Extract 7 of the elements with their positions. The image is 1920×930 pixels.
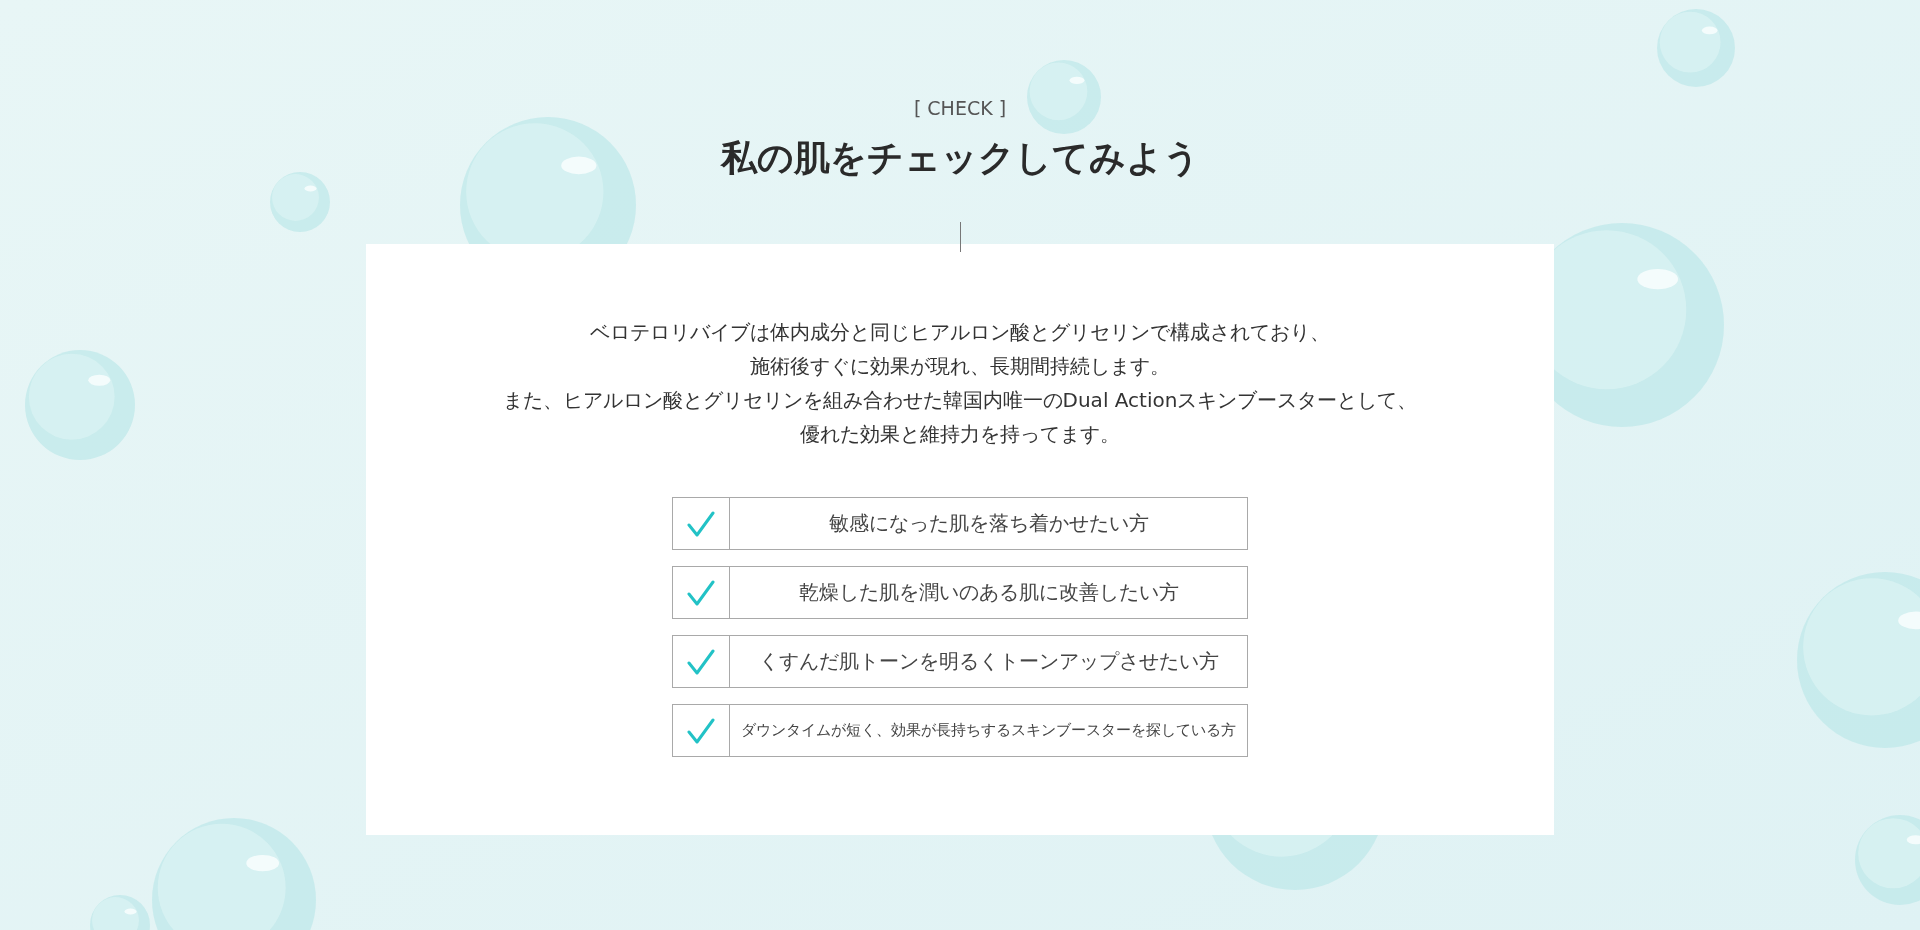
checklist-text: くすんだ肌トーンを明るくトーンアップさせたい方	[757, 648, 1220, 675]
section-title: 私の肌をチェックしてみよう	[720, 136, 1200, 180]
description-text: ベロテロリバイブは体内成分と同じヒアルロン酸とグリセリンで構成されており、 施術後すぐに効果が現れ、長期間持続します。 また、ヒアルロン酸とグリセリンを組み合わせた韓国内唯一のDual Actionスキンブースターとして、 優れた効果と維持力を持ってます。	[502, 319, 1418, 448]
checklist-text: 敏感になった肌を落ち着かせたい方	[827, 510, 1150, 537]
checklist-text: ダウンタイムが短く、効果が長持ちするスキンブースターを探している方	[740, 720, 1237, 741]
checklist-text: 乾燥した肌を潤いのある肌に改善したい方	[797, 579, 1180, 606]
section-label: [ CHECK ]	[913, 96, 1007, 121]
